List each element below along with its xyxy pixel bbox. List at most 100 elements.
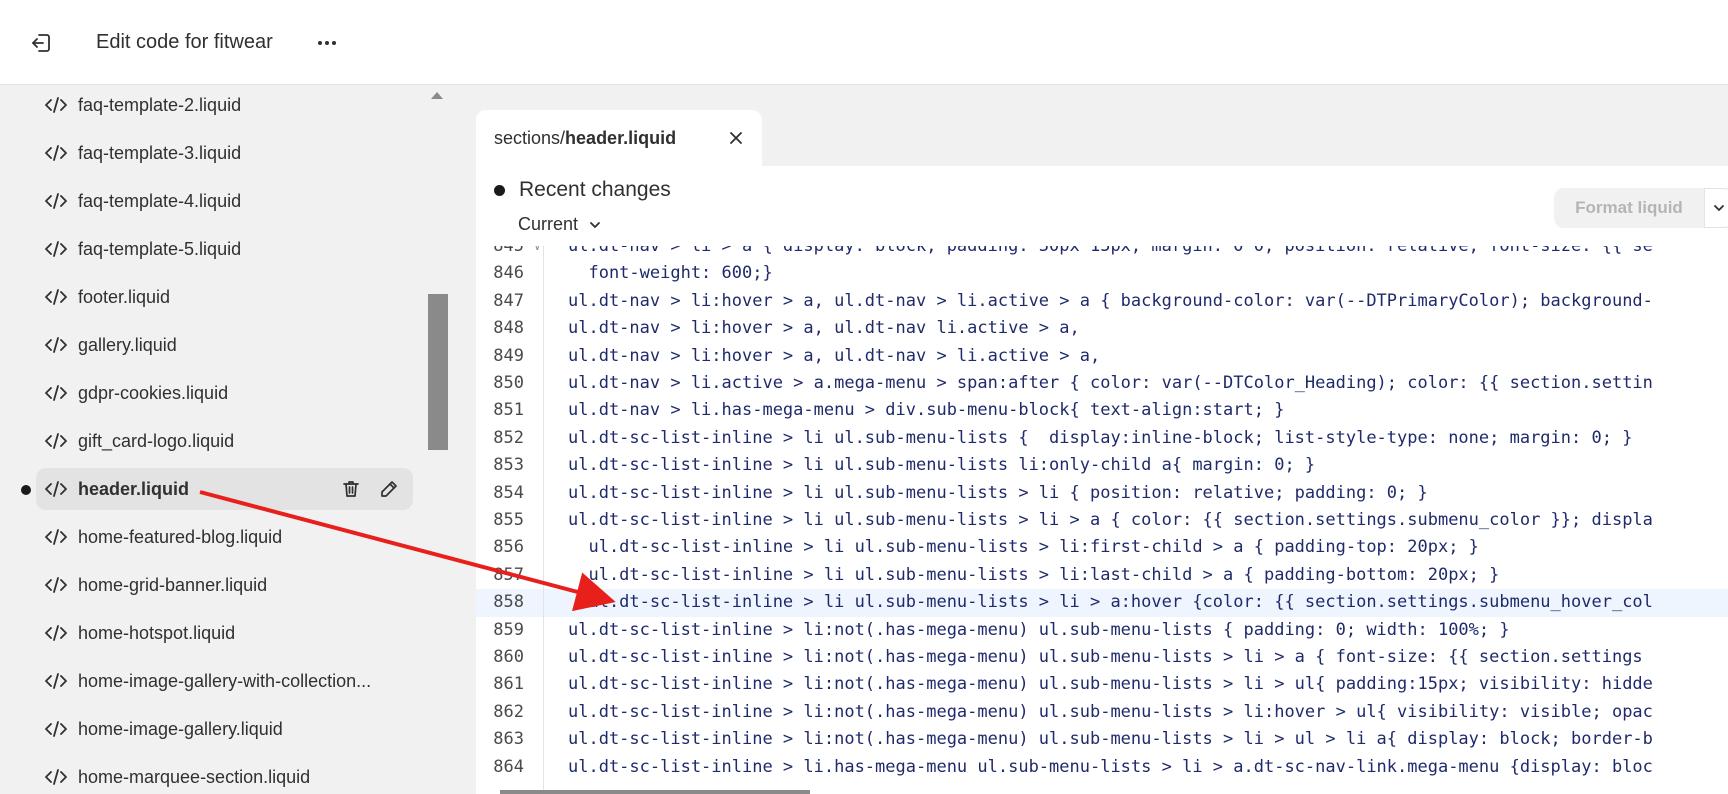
code-file-icon (44, 335, 68, 355)
more-actions-button[interactable] (312, 28, 342, 58)
rename-file-button[interactable] (377, 477, 401, 501)
version-select[interactable]: Current (518, 214, 602, 235)
line-text: ul.dt-sc-list-inline > li:not(.has-mega-… (568, 674, 1653, 695)
code-line[interactable]: 853 ul.dt-sc-list-inline > li ul.sub-menu… (476, 452, 1728, 479)
line-text: ul.dt-sc-list-inline > li ul.sub-menu-li… (568, 592, 1653, 613)
file-name: home-image-gallery-with-collection... (78, 670, 372, 691)
page-title: Edit code for fitwear (96, 31, 273, 53)
file-sidebar: faq-template-2.liquid faq-template-3.liqu… (0, 86, 448, 794)
line-gutter (476, 246, 544, 794)
line-text: ul.dt-nav > li:hover > a, ul.dt-nav li.a… (568, 318, 1080, 339)
code-line[interactable]: 845 ∨ ul.dt-nav > li > a { display: block;… (476, 246, 1728, 260)
file-name: home-featured-blog.liquid (78, 526, 283, 547)
file-item[interactable]: home-grid-banner.liquid (36, 564, 413, 606)
chevron-down-icon (1714, 205, 1724, 211)
sidebar-scroll-thumb[interactable] (428, 294, 448, 450)
format-liquid-button[interactable]: Format liquid (1554, 188, 1704, 228)
code-file-icon (44, 239, 68, 259)
line-text: ul.dt-sc-list-inline > li:not(.has-mega-… (568, 619, 1510, 640)
recent-changes: Recent changes (494, 178, 671, 202)
line-text: ul.dt-sc-list-inline > li ul.sub-menu-li… (568, 510, 1653, 530)
file-name: faq-template-2.liquid (78, 94, 242, 115)
file-name: faq-template-5.liquid (78, 238, 242, 259)
scroll-up-icon[interactable] (431, 92, 443, 99)
exit-button[interactable] (26, 28, 56, 58)
code-line[interactable]: 851 ul.dt-nav > li.has-mega-menu > div.su… (476, 397, 1728, 424)
recent-changes-label: Recent changes (519, 178, 671, 201)
file-item[interactable]: home-image-gallery-with-collection... (36, 660, 413, 702)
file-item[interactable]: faq-template-2.liquid (36, 86, 413, 126)
file-item[interactable]: faq-template-3.liquid (36, 132, 413, 174)
code-line[interactable]: 858 ul.dt-sc-list-inline > li ul.sub-men… (476, 589, 1728, 617)
file-item[interactable]: home-featured-blog.liquid (36, 516, 413, 558)
file-item[interactable]: home-marquee-section.liquid (36, 756, 413, 794)
modified-dot (21, 485, 31, 495)
code-file-icon (44, 767, 68, 787)
code-file-icon (44, 671, 68, 691)
delete-file-button[interactable] (339, 477, 363, 501)
horizontal-scrollbar[interactable] (500, 790, 810, 794)
unsaved-dot (494, 184, 505, 196)
code-line[interactable]: 859 ul.dt-sc-list-inline > li:not(.has-me… (476, 617, 1728, 644)
code-file-icon (44, 287, 68, 307)
top-bar: Edit code for fitwear (0, 0, 1728, 85)
line-text: ul.dt-sc-list-inline > li:not(.has-mega-… (568, 701, 1653, 722)
code-file-icon (44, 431, 68, 451)
code-line[interactable]: 849 ul.dt-nav > li:hover > a, ul.dt-nav >… (476, 343, 1728, 370)
file-name: gdpr-cookies.liquid (78, 382, 229, 403)
code-line[interactable]: 857 ul.dt-sc-list-inline > li ul.sub-men… (476, 562, 1728, 589)
code-file-icon (44, 191, 68, 211)
file-name: header.liquid (78, 478, 190, 499)
file-name: home-marquee-section.liquid (78, 766, 311, 787)
line-text: ul.dt-sc-list-inline > li ul.sub-menu-li… (568, 564, 1500, 585)
file-item[interactable]: gift_card-logo.liquid (36, 420, 413, 462)
editor-area: sections/header.liquid Recent changes Cu… (476, 110, 1728, 794)
code-line[interactable]: 863 ul.dt-sc-list-inline > li:not(.has-me… (476, 726, 1728, 753)
format-options-button[interactable] (1704, 188, 1728, 228)
pencil-icon (381, 481, 397, 497)
tab-label: sections/header.liquid (494, 127, 677, 148)
close-icon (730, 132, 742, 144)
line-text: font-weight: 600;} (568, 263, 773, 284)
file-name: home-hotspot.liquid (78, 622, 236, 643)
code-line[interactable]: 860 ul.dt-sc-list-inline > li:not(.has-me… (476, 644, 1728, 671)
file-name: faq-template-4.liquid (78, 190, 242, 211)
code-file-icon (44, 575, 68, 595)
editor-panel: Recent changes Current Format liquid 864… (476, 166, 1728, 794)
file-item[interactable]: gallery.liquid (36, 324, 413, 366)
file-item[interactable]: home-image-gallery.liquid (36, 708, 413, 750)
code-file-icon (44, 527, 68, 547)
code-file-icon (44, 143, 68, 163)
code-line[interactable]: 856 ul.dt-sc-list-inline > li ul.sub-men… (476, 534, 1728, 561)
code-line[interactable]: 850 ul.dt-nav > li.active > a.mega-menu >… (476, 370, 1728, 397)
file-name: home-grid-banner.liquid (78, 574, 268, 595)
file-item[interactable]: faq-template-4.liquid (36, 180, 413, 222)
exit-icon (32, 34, 50, 52)
file-item[interactable]: faq-template-5.liquid (36, 228, 413, 270)
code-line[interactable]: 848 ul.dt-nav > li:hover > a, ul.dt-nav l… (476, 315, 1728, 342)
code-line[interactable]: 862 ul.dt-sc-list-inline > li:not(.has-me… (476, 699, 1728, 726)
code-line[interactable]: 861 ul.dt-sc-list-inline > li:not(.has-me… (476, 671, 1728, 698)
file-name: footer.liquid (78, 286, 171, 307)
code-line[interactable]: 852 ul.dt-sc-list-inline > li ul.sub-menu… (476, 425, 1728, 452)
file-item[interactable]: home-hotspot.liquid (36, 612, 413, 654)
code-line[interactable]: 846 font-weight: 600;} (476, 260, 1728, 287)
line-text: ul.dt-nav > li > a { display: block; pad… (568, 246, 1653, 256)
line-text: ul.dt-nav > li:hover > a, ul.dt-nav > li… (568, 290, 1653, 311)
code-line[interactable]: 847 ul.dt-nav > li:hover > a, ul.dt-nav >… (476, 288, 1728, 315)
tab-header-liquid[interactable]: sections/header.liquid (476, 110, 762, 166)
file-item[interactable]: footer.liquid (36, 276, 413, 318)
code-line[interactable]: 855 ul.dt-sc-list-inline > li ul.sub-menu… (476, 507, 1728, 534)
file-name: faq-template-3.liquid (78, 142, 242, 163)
line-text: ul.dt-nav > li:hover > a, ul.dt-nav > li… (568, 345, 1101, 366)
code-editor[interactable]: 864 ul.dt-sc-list-inline > li.has-mega-me… (476, 246, 1728, 794)
file-item[interactable]: gdpr-cookies.liquid (36, 372, 413, 414)
tab-close-button[interactable] (724, 126, 748, 150)
code-file-icon (44, 95, 68, 115)
file-item[interactable]: header.liquid (36, 468, 413, 510)
line-text: ul.dt-sc-list-inline > li ul.sub-menu-li… (568, 427, 1633, 448)
code-line[interactable]: 854 ul.dt-sc-list-inline > li ul.sub-menu… (476, 480, 1728, 507)
file-name: gift_card-logo.liquid (78, 430, 235, 451)
line-text: ul.dt-sc-list-inline > li.has-mega-menu … (568, 756, 1653, 777)
code-line[interactable]: 864 ul.dt-sc-list-inline > li.has-mega-me… (476, 754, 1728, 781)
